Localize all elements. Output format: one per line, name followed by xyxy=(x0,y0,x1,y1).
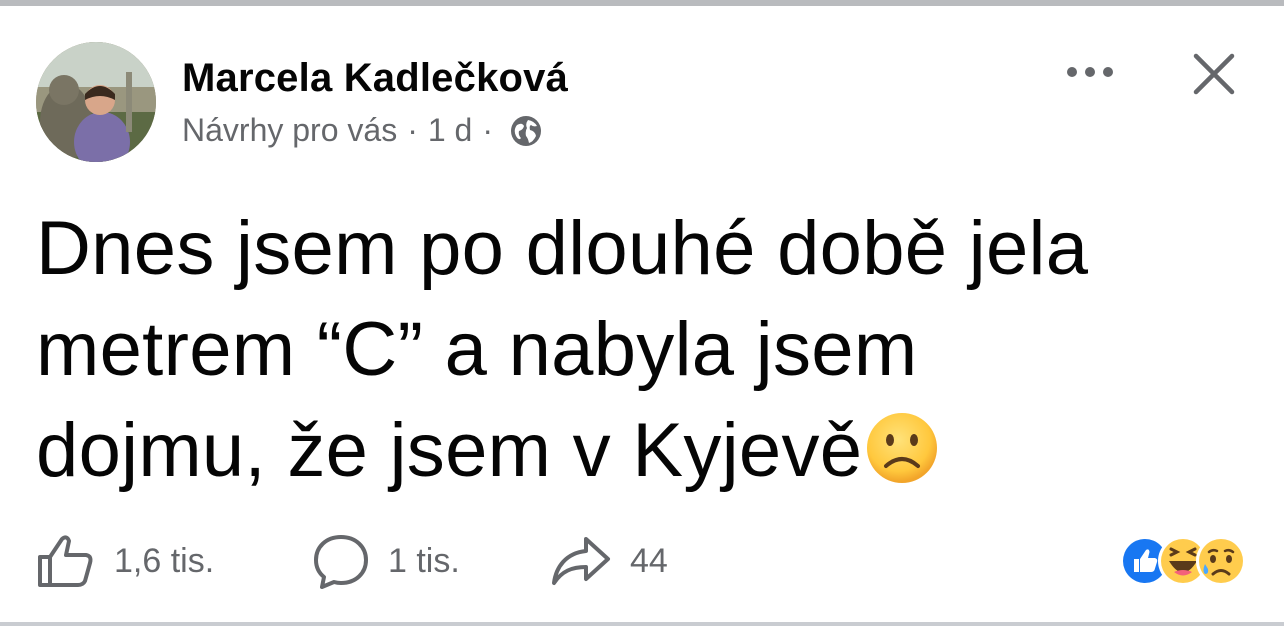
share-icon xyxy=(552,537,610,585)
meta-separator-2: · xyxy=(482,112,493,148)
more-options-button[interactable] xyxy=(1058,52,1122,92)
post-text-line-2: metrem “C” a nabyla jsem xyxy=(36,307,918,392)
post-text-line-1: Dnes jsem po dlouhé době jela xyxy=(36,206,1089,291)
comment-count: 1 tis. xyxy=(388,541,460,580)
sad-reaction-icon xyxy=(1196,536,1246,586)
share-count: 44 xyxy=(630,541,668,580)
suggested-label: Návrhy pro vás xyxy=(182,112,398,148)
share-button[interactable]: 44 xyxy=(550,530,668,592)
reaction-summary[interactable] xyxy=(1118,534,1248,588)
frowning-face-emoji xyxy=(864,410,940,486)
close-button[interactable] xyxy=(1186,46,1242,102)
post-footer: 1,6 tis. 1 tis. 44 xyxy=(36,530,1248,592)
like-count: 1,6 tis. xyxy=(114,541,215,580)
post-header: Marcela Kadlečková Návrhy pro vás · 1 d … xyxy=(36,42,1248,164)
post-time[interactable]: 1 d xyxy=(428,112,472,149)
more-icon xyxy=(1067,67,1113,77)
avatar-photo xyxy=(36,42,156,162)
globe-icon xyxy=(509,114,543,148)
thumbs-up-icon xyxy=(38,535,93,587)
author-name[interactable]: Marcela Kadlečková xyxy=(182,56,568,101)
like-button[interactable]: 1,6 tis. xyxy=(36,530,214,592)
close-icon xyxy=(1193,53,1235,95)
post-meta: Návrhy pro vás · 1 d · xyxy=(182,112,543,149)
avatar[interactable] xyxy=(36,42,156,162)
post-text-line-3-text: dojmu, že jsem v Kyjevě xyxy=(36,408,863,493)
meta-separator: · xyxy=(407,112,418,148)
comment-icon xyxy=(314,535,368,589)
bottom-divider xyxy=(0,622,1284,626)
top-divider xyxy=(0,0,1284,6)
post-text-line-3: dojmu, že jsem v Kyjevě xyxy=(36,400,1236,501)
comment-button[interactable]: 1 tis. xyxy=(312,530,460,592)
post-text: Dnes jsem po dlouhé době jela metrem “C”… xyxy=(36,198,1236,501)
